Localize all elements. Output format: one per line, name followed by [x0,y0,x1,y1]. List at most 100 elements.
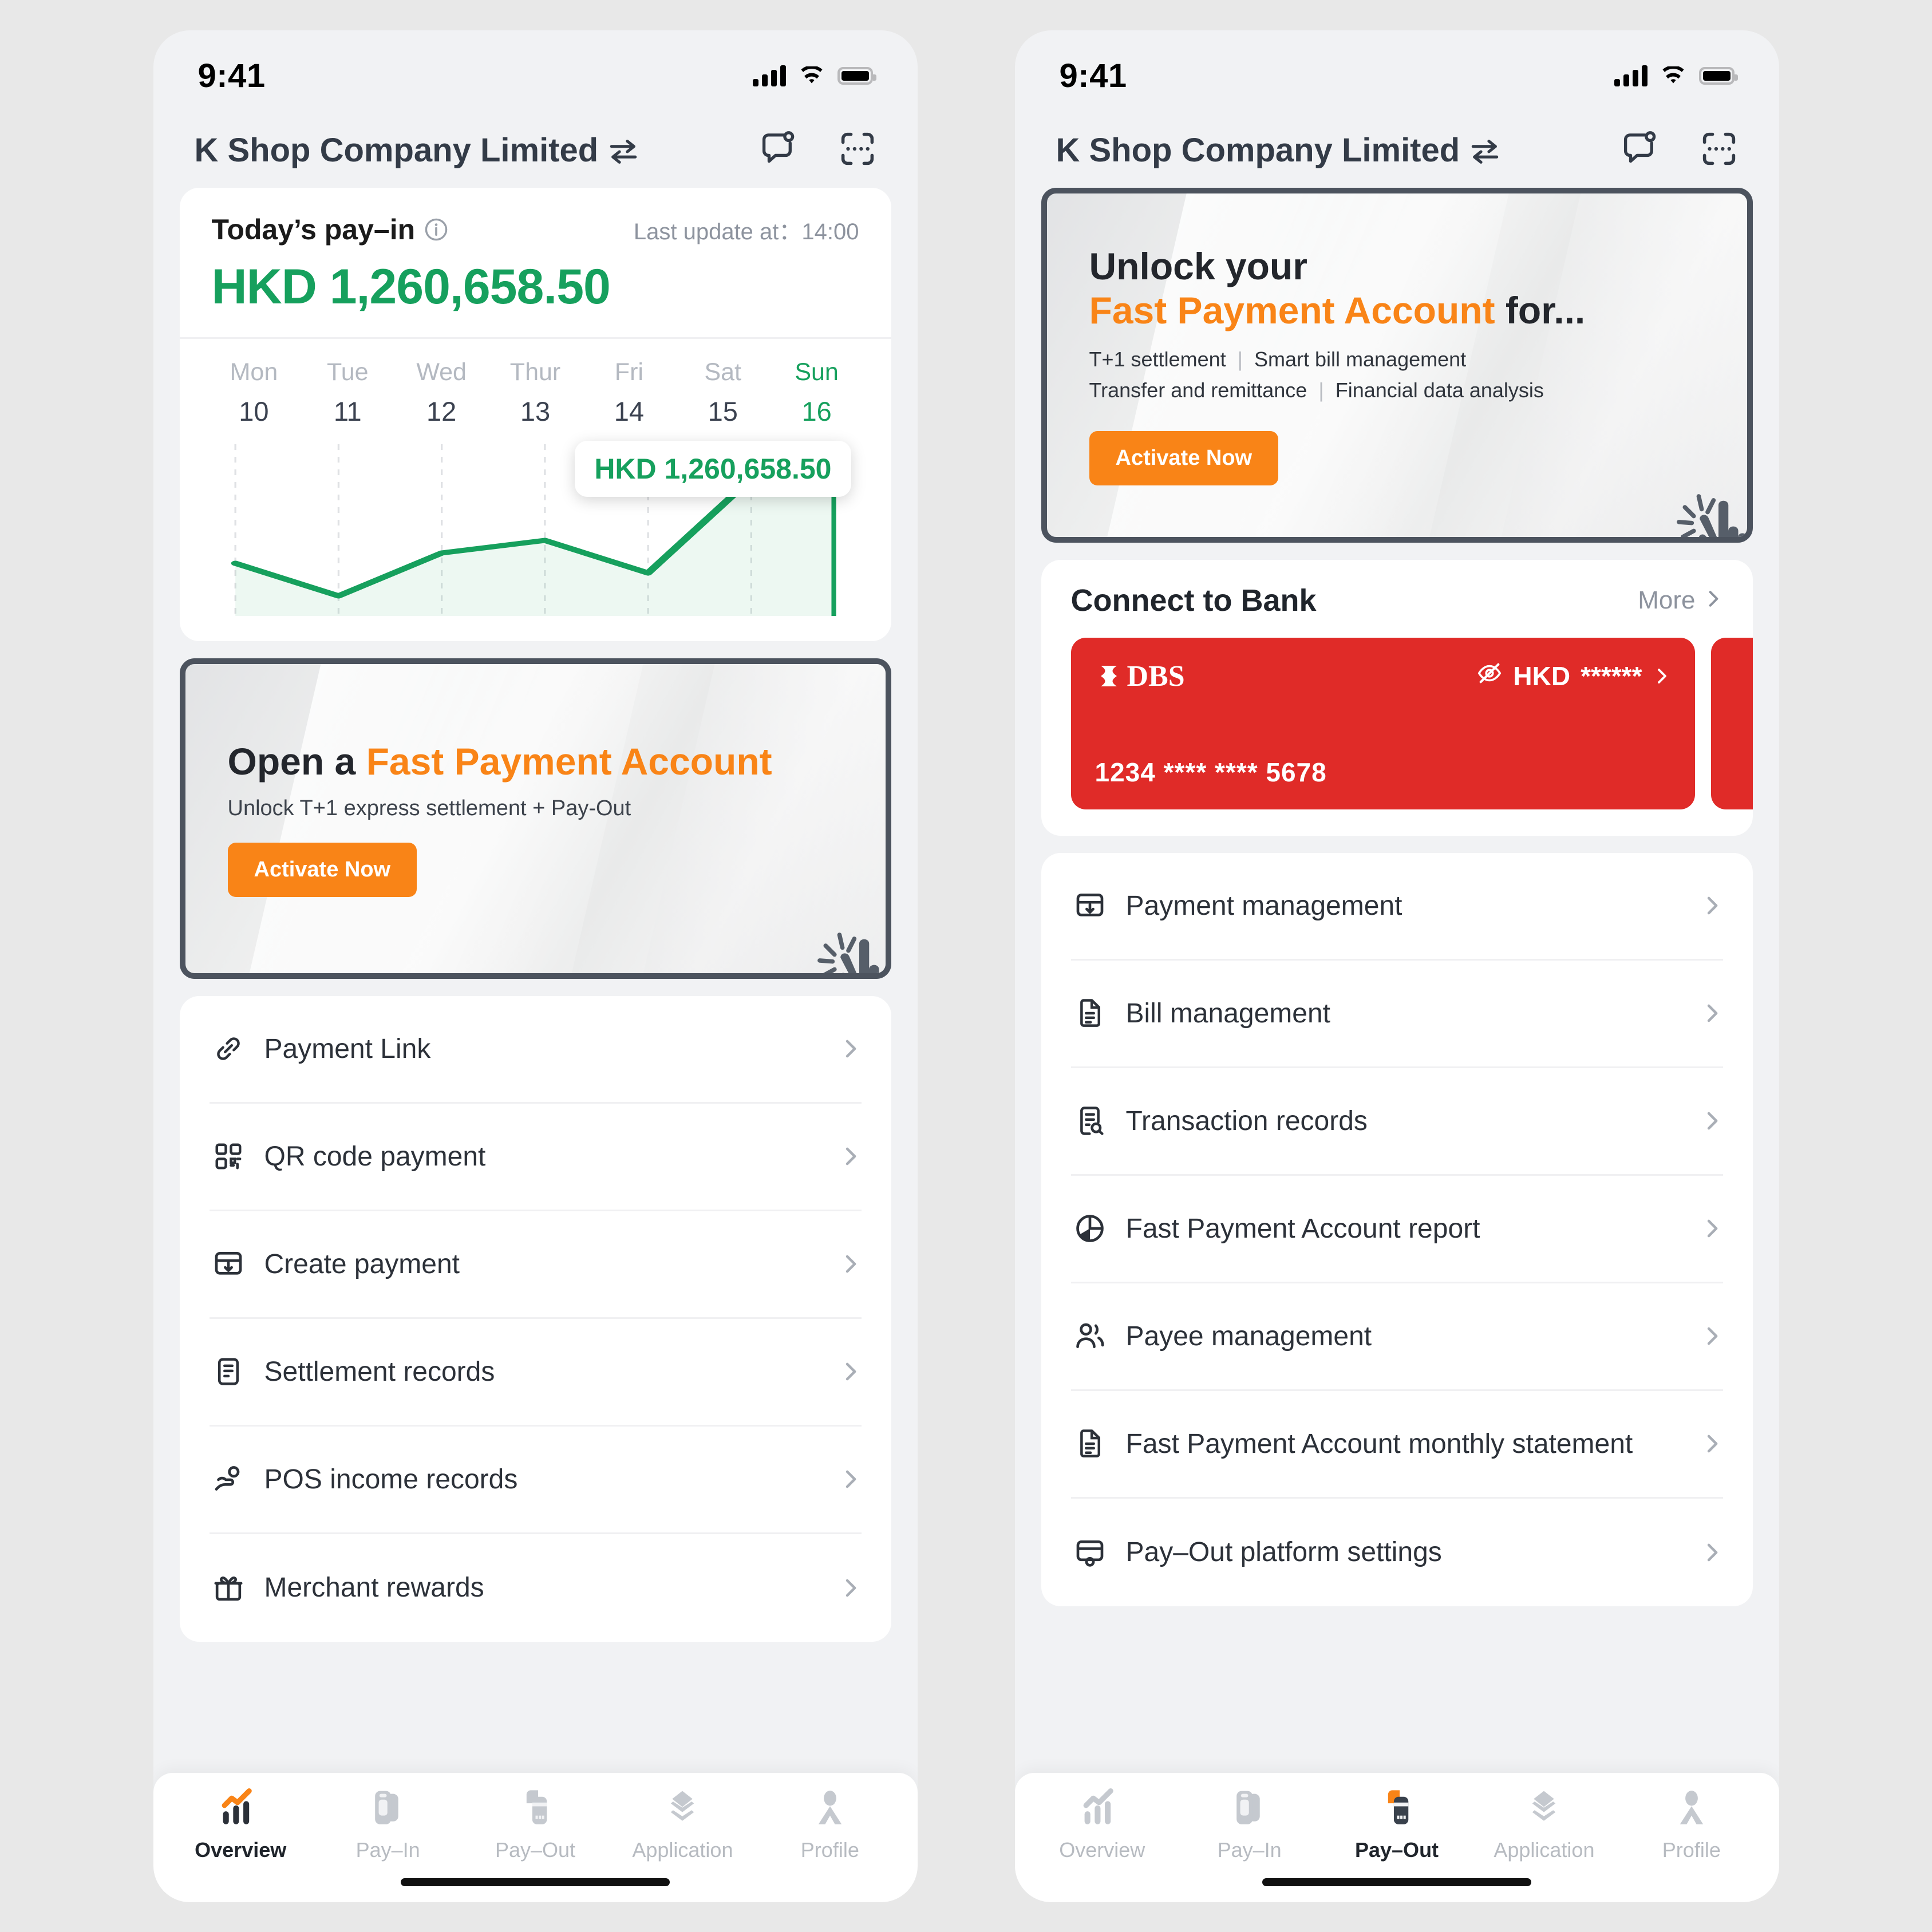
tab-overview[interactable]: Overview [167,1788,314,1862]
chart-day-label: Mon [230,358,278,386]
bank-balance-masked: ****** [1581,661,1642,691]
bank-card-dbs[interactable]: DBS HKD ****** 1234 **** **** 5678 [1070,637,1695,809]
list-item-payment-management[interactable]: Payment management [1070,853,1723,961]
tab-label: Pay–Out [1354,1838,1439,1862]
chevron-right-icon [840,1577,862,1599]
document-lines-icon [210,1356,247,1387]
list-item-transaction-records[interactable]: Transaction records [1070,1068,1723,1176]
list-item-payout-platform-settings[interactable]: Pay–Out platform settings [1071,1499,1723,1606]
list-item-payee-management[interactable]: Payee management [1070,1283,1723,1391]
list-item-create-payment[interactable]: Create payment [209,1211,862,1319]
cellular-signal-icon [752,65,786,86]
promo-title-plain: Open a [227,740,366,783]
chevron-right-icon [840,1145,862,1167]
chart-day-label: Fri [614,358,643,386]
list-item-label: Payee management [1125,1321,1372,1352]
status-time: 9:41 [1059,57,1127,94]
list-item-label: Fast Payment Account monthly statement [1125,1428,1633,1459]
promo-title: Open a Fast Payment Account [228,740,886,784]
chart-date-label: 10 [239,396,269,426]
bank-card-top-row: DBS HKD ****** [1095,659,1671,693]
list-item-fast-payment-account-report[interactable]: Fast Payment Account report [1070,1176,1723,1283]
activate-now-button[interactable]: Activate Now [227,842,417,897]
tab-pay-in[interactable]: Pay–In [314,1788,461,1862]
chevron-right-icon [840,1468,862,1490]
battery-icon [837,67,876,85]
chevron-right-icon [1701,1325,1723,1347]
promo-banner-open-account[interactable]: Open a Fast Payment Account Unlock T+1 e… [179,658,891,979]
pay-out-icon [526,1789,547,1824]
bank-logo: DBS [1095,659,1185,693]
scan-frame-icon[interactable] [1700,130,1738,171]
tab-pay-in[interactable]: Pay–In [1176,1788,1323,1862]
list-item-label: Payment management [1125,890,1402,921]
chevron-right-icon [1701,1002,1723,1024]
list-item-monthly-statement[interactable]: Fast Payment Account monthly statement [1070,1391,1723,1499]
chevron-right-icon [1701,1433,1723,1455]
pay-out-icon [1388,1789,1409,1824]
app-header: K Shop Company Limited [1015,122,1779,188]
chart-day-label-active: Sun [795,358,839,386]
list-item-label: Fast Payment Account report [1125,1213,1480,1244]
info-circle-icon[interactable] [424,218,448,242]
tab-label: Profile [800,1838,859,1862]
bank-more-link[interactable]: More [1638,586,1722,615]
list-item-pos-income-records[interactable]: POS income records [209,1427,862,1534]
swap-arrows-icon[interactable] [1469,139,1501,165]
tab-overview[interactable]: Overview [1029,1788,1176,1862]
swap-arrows-icon[interactable] [607,139,639,165]
list-item-qr-code-payment[interactable]: QR code payment [209,1104,862,1211]
list-item-label: Merchant rewards [264,1573,484,1603]
scan-frame-icon[interactable] [839,130,876,171]
chart-day-label: Wed [416,358,467,386]
tab-pay-out[interactable]: Pay–Out [1323,1788,1470,1862]
activate-now-button[interactable]: Activate Now [1089,430,1279,485]
list-item-bill-management[interactable]: Bill management [1070,961,1723,1068]
chart-tooltip: HKD 1,260,658.50 [575,440,851,497]
tab-application[interactable]: Application [1471,1788,1618,1862]
layers-icon [671,1791,694,1821]
tab-label: Pay–In [1217,1838,1282,1862]
chevron-right-icon [1701,1218,1723,1239]
chart-date-label: 13 [520,396,551,426]
list-item-payment-link[interactable]: Payment Link [209,996,862,1104]
tab-application[interactable]: Application [609,1788,756,1862]
pay-in-icon [1236,1791,1260,1824]
connect-to-bank-section: Connect to Bank More DBS HKD ****** 1234… [1041,559,1753,836]
pie-chart-icon [1071,1212,1109,1244]
bank-balance[interactable]: HKD ****** [1476,660,1670,693]
tab-pay-out[interactable]: Pay–Out [461,1788,609,1862]
header-actions [760,130,876,171]
list-item-label: POS income records [264,1464,518,1495]
bank-card-number: 1234 **** **** 5678 [1095,757,1327,787]
bank-card-carousel[interactable]: DBS HKD ****** 1234 **** **** 5678 [1041,637,1753,809]
bar-chart-trend-icon [222,1788,252,1824]
chat-bubble-notification-icon[interactable] [1621,130,1659,171]
chart-date-label: 11 [333,396,362,426]
list-item-label: Settlement records [264,1356,495,1387]
bar-chart-trend-icon [1083,1788,1113,1824]
promo-content: Open a Fast Payment Account Unlock T+1 e… [185,664,886,973]
chart-date-label-active: 16 [801,396,832,426]
list-item-merchant-rewards[interactable]: Merchant rewards [210,1534,862,1642]
create-payment-icon [210,1248,247,1280]
eye-off-icon[interactable] [1476,660,1503,693]
bank-logo-text: DBS [1127,659,1185,693]
chevron-right-icon [1701,895,1723,916]
promo-banner-unlock-account[interactable]: Unlock your Fast Payment Account for... … [1041,187,1753,543]
bank-section-header: Connect to Bank More [1041,583,1753,638]
bank-card-next-peek[interactable] [1710,637,1753,809]
list-item-settlement-records[interactable]: Settlement records [209,1319,862,1427]
company-name[interactable]: K Shop Company Limited [195,131,640,169]
status-indicators [752,65,876,86]
divider: | [1237,347,1243,371]
promo-title-plain: for... [1495,289,1586,331]
company-name[interactable]: K Shop Company Limited [1056,131,1502,169]
home-indicator [153,1862,918,1902]
promo-features: T+1 settlement | Smart bill management T… [1089,347,1747,409]
tab-profile[interactable]: Profile [1618,1788,1765,1862]
tab-profile[interactable]: Profile [756,1788,903,1862]
chat-bubble-notification-icon[interactable] [760,130,797,171]
qr-code-icon [210,1141,247,1172]
chart-date-label: 14 [614,396,644,426]
